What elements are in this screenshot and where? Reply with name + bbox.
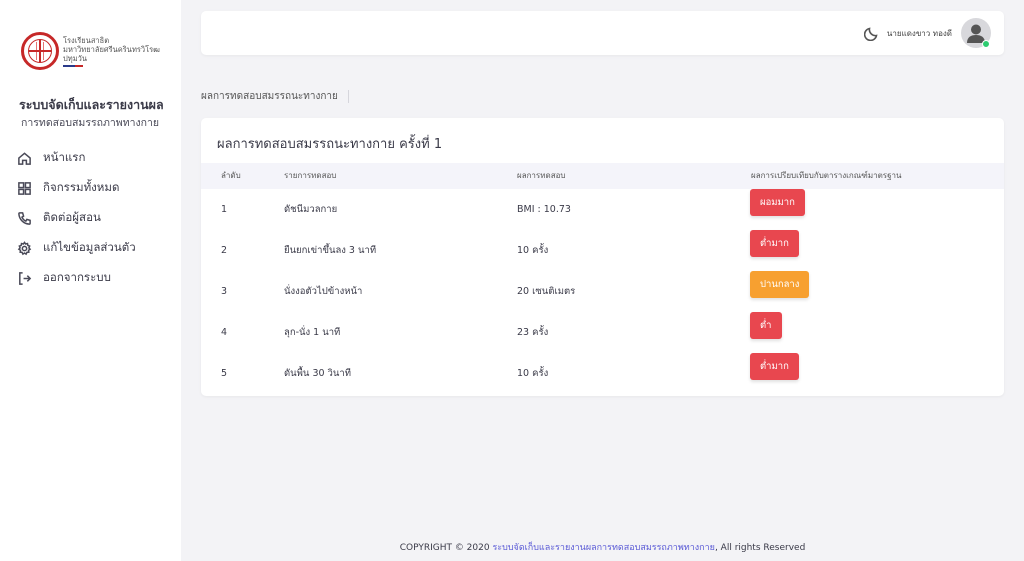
cell-test: ดันพื้น 30 วินาที (284, 368, 351, 379)
footer-rights: , All rights Reserved (714, 543, 806, 553)
card-title: ผลการทดสอบสมรรถนะทางกาย ครั้งที่ 1 (217, 137, 443, 152)
table-row: 2 ยืนยกเข่าขึ้นลง 3 นาที 10 ครั้ง ต่ำมาก (201, 230, 1004, 271)
sidebar-item-logout[interactable]: ออกจากระบบ (17, 263, 136, 293)
rating-badge[interactable]: ปานกลาง (750, 271, 810, 298)
table-row: 1 ดัชนีมวลกาย BMI : 10.73 ผอมมาก (201, 189, 1004, 230)
sidebar-item-label: กิจกรรมทั้งหมด (43, 180, 120, 194)
cell-test: นั่งงอตัวไปข้างหน้า (284, 286, 363, 297)
rating-badge[interactable]: ผอมมาก (750, 189, 805, 216)
sidebar: โรงเรียนสาธิต มหาวิทยาลัยศรีนครินทรวิโรฒ… (0, 0, 181, 561)
table-row: 3 นั่งงอตัวไปข้างหน้า 20 เซนติเมตร ปานกล… (201, 271, 1004, 312)
user-name[interactable]: นายแดงขาว ทองดี (887, 27, 952, 40)
logo-underline (63, 65, 83, 67)
logo-text: โรงเรียนสาธิต มหาวิทยาลัยศรีนครินทรวิโรฒ… (63, 36, 160, 67)
top-header: นายแดงขาว ทองดี (201, 11, 1004, 55)
sidebar-item-profile[interactable]: แก้ไขข้อมูลส่วนตัว (17, 233, 136, 263)
sidebar-item-label: หน้าแรก (43, 150, 86, 164)
logo-line-3: ปทุมวัน (63, 54, 87, 63)
table-row: 4 ลุก-นั่ง 1 นาที 23 ครั้ง ต่ำ (201, 312, 1004, 353)
app-title: ระบบจัดเก็บและรายงานผล (19, 97, 164, 112)
app-subtitle: การทดสอบสมรรถภาพทางกาย (21, 117, 160, 129)
logo-line-1: โรงเรียนสาธิต (63, 36, 110, 45)
cell-no: 1 (221, 204, 228, 215)
sidebar-item-label: ติดต่อผู้สอน (43, 210, 101, 224)
school-emblem-icon (21, 32, 59, 70)
cell-result: 10 ครั้ง (517, 368, 549, 379)
cell-result: 20 เซนติเมตร (517, 286, 576, 297)
rating-badge[interactable]: ต่ำมาก (750, 230, 799, 257)
cell-no: 4 (221, 327, 228, 338)
phone-icon (18, 211, 31, 225)
logo-line-2: มหาวิทยาลัยศรีนครินทรวิโรฒ (63, 45, 160, 54)
cell-no: 5 (221, 368, 228, 379)
table-header: ลำดับ รายการทดสอบ ผลการทดสอบ ผลการเปรียบ… (201, 163, 1004, 189)
rating-badge[interactable]: ต่ำมาก (750, 353, 799, 380)
sidebar-item-label: ออกจากระบบ (43, 270, 111, 284)
cell-result: 23 ครั้ง (517, 327, 549, 338)
cell-no: 2 (221, 245, 228, 256)
column-header-test: รายการทดสอบ (284, 171, 337, 180)
sidebar-nav: หน้าแรก กิจกรรมทั้งหมด ติดต่อผู้สอน แก้ไ… (17, 143, 136, 293)
home-icon (18, 151, 31, 165)
sidebar-item-home[interactable]: หน้าแรก (17, 143, 136, 173)
results-card: ผลการทดสอบสมรรถนะทางกาย ครั้งที่ 1 ลำดับ… (201, 118, 1004, 396)
cell-test: ลุก-นั่ง 1 นาที (284, 327, 341, 338)
footer: COPYRIGHT © 2020 ระบบจัดเก็บและรายงานผลก… (181, 540, 1024, 554)
moon-icon (863, 27, 878, 42)
cell-result: BMI : 10.73 (517, 204, 571, 215)
column-header-result: ผลการทดสอบ (517, 171, 566, 180)
column-header-rating: ผลการเปรียบเทียบกับตารางเกณฑ์มาตรฐาน (751, 171, 902, 180)
cell-result: 10 ครั้ง (517, 245, 549, 256)
sidebar-item-activities[interactable]: กิจกรรมทั้งหมด (17, 173, 136, 203)
table-row: 5 ดันพื้น 30 วินาที 10 ครั้ง ต่ำมาก (201, 353, 1004, 394)
breadcrumb: ผลการทดสอบสมรรถนะทางกาย (201, 90, 349, 103)
sidebar-item-label: แก้ไขข้อมูลส่วนตัว (43, 240, 136, 254)
online-status-dot (982, 40, 990, 48)
footer-link[interactable]: ระบบจัดเก็บและรายงานผลการทดสอบสมรรถภาพทา… (492, 543, 715, 553)
gear-icon (17, 240, 32, 255)
cell-test: ยืนยกเข่าขึ้นลง 3 นาที (284, 245, 377, 256)
cell-test: ดัชนีมวลกาย (284, 204, 338, 215)
logout-icon (19, 271, 32, 285)
grid-icon (18, 181, 31, 195)
rating-badge[interactable]: ต่ำ (750, 312, 782, 339)
cell-no: 3 (221, 286, 228, 297)
sidebar-item-contact[interactable]: ติดต่อผู้สอน (17, 203, 136, 233)
footer-copyright: COPYRIGHT © 2020 (399, 543, 493, 553)
theme-toggle-button[interactable] (863, 25, 880, 42)
column-header-no: ลำดับ (221, 171, 241, 180)
school-logo[interactable]: โรงเรียนสาธิต มหาวิทยาลัยศรีนครินทรวิโรฒ… (21, 32, 160, 70)
